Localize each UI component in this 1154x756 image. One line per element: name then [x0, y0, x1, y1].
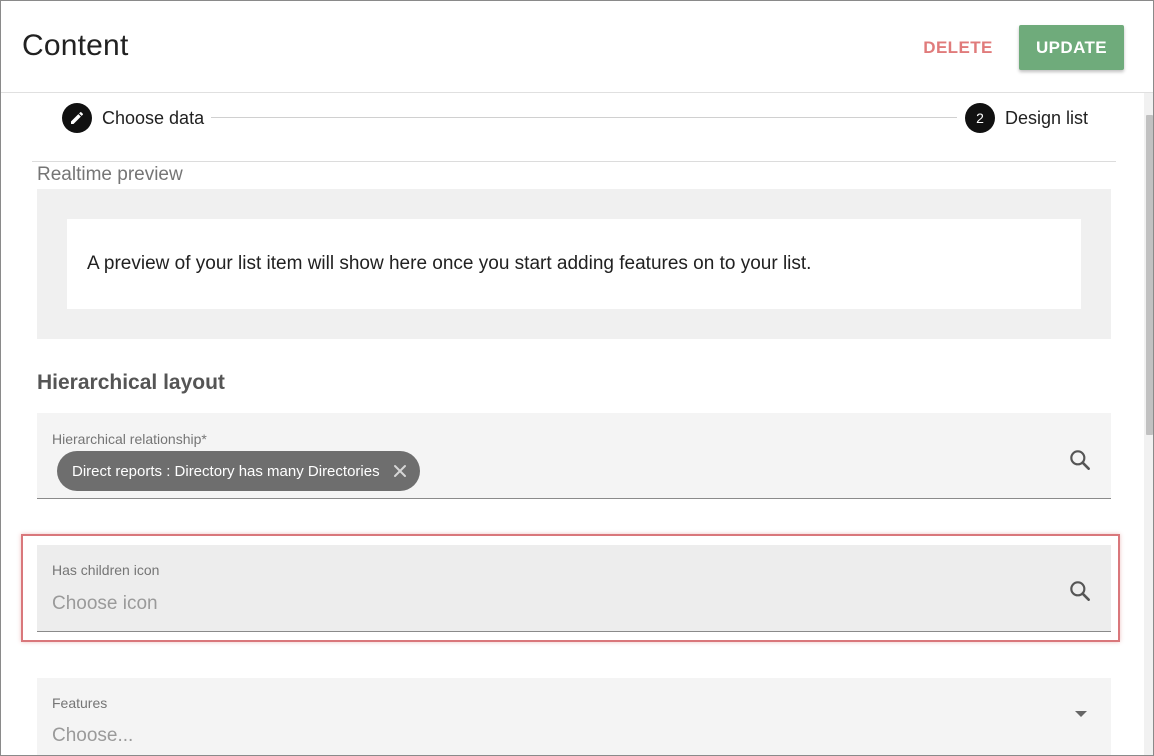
preview-message: A preview of your list item will show he…	[67, 219, 1081, 309]
scrollbar-thumb[interactable]	[1146, 115, 1153, 435]
chip-label: Direct reports : Directory has many Dire…	[72, 462, 380, 480]
step-design-list[interactable]: 2 Design list	[965, 103, 1088, 133]
page-title: Content	[22, 29, 129, 62]
step-number: 2	[965, 103, 995, 133]
divider	[32, 161, 1116, 162]
delete-button[interactable]: DELETE	[911, 29, 1005, 67]
step-label: Choose data	[102, 107, 205, 128]
search-icon[interactable]	[1067, 578, 1093, 604]
chevron-down-icon[interactable]	[1075, 711, 1087, 717]
choose-icon-input[interactable]: Choose icon	[52, 593, 158, 615]
step-choose-data[interactable]: Choose data	[62, 103, 204, 133]
field-label: Features	[52, 695, 108, 711]
preview-panel: A preview of your list item will show he…	[37, 189, 1111, 339]
field-label: Has children icon	[52, 562, 160, 578]
pencil-icon	[62, 103, 92, 133]
step-label: Design list	[1005, 107, 1089, 128]
close-icon[interactable]	[392, 463, 408, 479]
features-select[interactable]: Features Choose...	[37, 678, 1111, 755]
relationship-chip[interactable]: Direct reports : Directory has many Dire…	[57, 451, 420, 491]
search-icon[interactable]	[1067, 447, 1093, 473]
update-button[interactable]: UPDATE	[1019, 25, 1124, 70]
field-label: Hierarchical relationship*	[52, 431, 207, 447]
has-children-icon-field[interactable]: Has children icon Choose icon	[37, 545, 1111, 632]
hierarchical-relationship-field[interactable]: Hierarchical relationship* Direct report…	[37, 413, 1111, 499]
content-editor-window: Content DELETE UPDATE Choose data 2 Desi…	[0, 0, 1154, 756]
stepper-connector	[211, 117, 957, 118]
vertical-scrollbar[interactable]	[1144, 93, 1153, 755]
hierarchical-layout-heading: Hierarchical layout	[37, 371, 225, 394]
header: Content DELETE UPDATE	[1, 1, 1153, 93]
realtime-preview-label: Realtime preview	[37, 164, 183, 185]
features-placeholder[interactable]: Choose...	[52, 725, 133, 747]
